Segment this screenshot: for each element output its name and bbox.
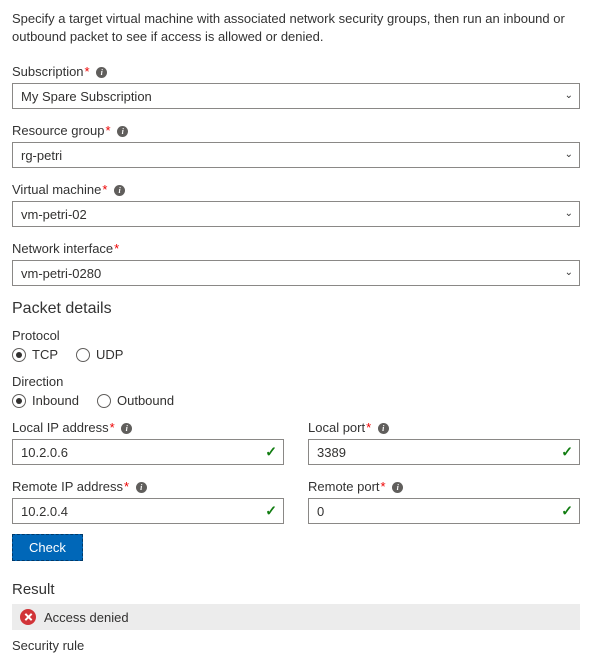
vm-label: Virtual machine* i xyxy=(12,182,580,197)
security-rule-label: Security rule xyxy=(12,638,580,653)
direction-label: Direction xyxy=(12,374,580,389)
remote-port-value: 0 xyxy=(317,504,324,519)
checkmark-icon: ✓ xyxy=(265,444,277,461)
required-asterisk: * xyxy=(102,182,107,197)
direction-inbound-radio[interactable]: Inbound xyxy=(12,393,79,408)
nic-value: vm-petri-0280 xyxy=(21,266,101,281)
local-ip-label: Local IP address* i xyxy=(12,420,284,435)
remote-ip-input[interactable]: 10.2.0.4 ✓ xyxy=(12,498,284,524)
direction-outbound-radio[interactable]: Outbound xyxy=(97,393,174,408)
required-asterisk: * xyxy=(381,479,386,494)
subscription-value: My Spare Subscription xyxy=(21,89,152,104)
direction-outbound-label: Outbound xyxy=(117,393,174,408)
vm-value: vm-petri-02 xyxy=(21,207,87,222)
direction-inbound-label: Inbound xyxy=(32,393,79,408)
chevron-down-icon: ⌄ xyxy=(565,267,573,278)
required-asterisk: * xyxy=(110,420,115,435)
local-port-input[interactable]: 3389 ✓ xyxy=(308,439,580,465)
info-icon[interactable]: i xyxy=(121,423,132,434)
nic-label: Network interface* xyxy=(12,241,580,256)
protocol-tcp-label: TCP xyxy=(32,347,58,362)
info-icon[interactable]: i xyxy=(378,423,389,434)
protocol-udp-label: UDP xyxy=(96,347,123,362)
protocol-label: Protocol xyxy=(12,328,580,343)
protocol-udp-radio[interactable]: UDP xyxy=(76,347,123,362)
checkmark-icon: ✓ xyxy=(265,503,277,520)
required-asterisk: * xyxy=(366,420,371,435)
radio-icon xyxy=(97,394,111,408)
chevron-down-icon: ⌄ xyxy=(565,208,573,219)
packet-details-title: Packet details xyxy=(12,300,580,318)
remote-port-label: Remote port* i xyxy=(308,479,580,494)
required-asterisk: * xyxy=(124,479,129,494)
nic-dropdown[interactable]: vm-petri-0280 ⌄ xyxy=(12,260,580,286)
local-port-value: 3389 xyxy=(317,445,346,460)
result-status-bar: Access denied xyxy=(12,604,580,630)
local-ip-value: 10.2.0.6 xyxy=(21,445,68,460)
required-asterisk: * xyxy=(106,123,111,138)
radio-icon xyxy=(12,348,26,362)
info-icon[interactable]: i xyxy=(136,482,147,493)
required-asterisk: * xyxy=(85,64,90,79)
info-icon[interactable]: i xyxy=(117,126,128,137)
protocol-tcp-radio[interactable]: TCP xyxy=(12,347,58,362)
denied-icon xyxy=(20,609,36,625)
subscription-label: Subscription* i xyxy=(12,64,580,79)
resource-group-label: Resource group* i xyxy=(12,123,580,138)
remote-ip-value: 10.2.0.4 xyxy=(21,504,68,519)
resource-group-dropdown[interactable]: rg-petri ⌄ xyxy=(12,142,580,168)
info-icon[interactable]: i xyxy=(114,185,125,196)
radio-icon xyxy=(12,394,26,408)
chevron-down-icon: ⌄ xyxy=(565,90,573,101)
radio-icon xyxy=(76,348,90,362)
required-asterisk: * xyxy=(114,241,119,256)
chevron-down-icon: ⌄ xyxy=(565,149,573,160)
result-title: Result xyxy=(12,581,580,598)
check-button[interactable]: Check xyxy=(12,534,83,561)
subscription-dropdown[interactable]: My Spare Subscription ⌄ xyxy=(12,83,580,109)
info-icon[interactable]: i xyxy=(392,482,403,493)
checkmark-icon: ✓ xyxy=(561,503,573,520)
vm-dropdown[interactable]: vm-petri-02 ⌄ xyxy=(12,201,580,227)
resource-group-value: rg-petri xyxy=(21,148,62,163)
local-ip-input[interactable]: 10.2.0.6 ✓ xyxy=(12,439,284,465)
result-status-text: Access denied xyxy=(44,610,129,625)
local-port-label: Local port* i xyxy=(308,420,580,435)
info-icon[interactable]: i xyxy=(96,67,107,78)
intro-text: Specify a target virtual machine with as… xyxy=(12,10,580,46)
checkmark-icon: ✓ xyxy=(561,444,573,461)
remote-ip-label: Remote IP address* i xyxy=(12,479,284,494)
remote-port-input[interactable]: 0 ✓ xyxy=(308,498,580,524)
